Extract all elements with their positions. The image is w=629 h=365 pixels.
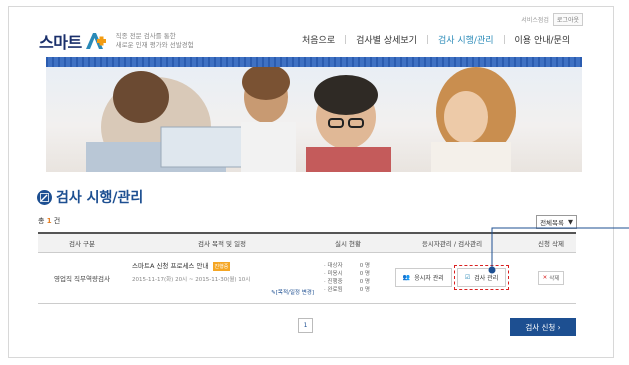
hero-banner-image: [46, 57, 582, 172]
logo-description: 직종 전문 검사를 통한 새로운 인재 평가와 선발경험: [115, 32, 194, 49]
callout-pointer: [488, 227, 629, 274]
total-count: 총 1 건: [38, 217, 61, 225]
status-cell: · 대상자 0 명 · 미응시 0 명 · 진행중 0 명 · 완료됨 0 명: [318, 252, 378, 304]
edit-icon: [37, 189, 52, 205]
nav-home[interactable]: 처음으로: [292, 33, 345, 46]
apply-exam-button[interactable]: 검사 신청 ›: [510, 318, 576, 336]
nav-exam-details[interactable]: 검사별 상세보기: [346, 33, 427, 46]
banner-people-illustration: [86, 64, 516, 172]
column-header: 실시 현황: [318, 232, 378, 253]
applicant-manage-button[interactable]: 👥 응시자 관리: [394, 268, 452, 287]
main-navigation: 처음으로 검사별 상세보기 검사 시행/관리 이용 안내/문의: [292, 33, 580, 46]
status-item: · 미응시 0 명: [324, 270, 370, 277]
column-header: 검사 목적 및 일정: [126, 232, 318, 253]
utility-links: 서비스점검 로그아웃: [521, 13, 583, 26]
nav-help[interactable]: 이용 안내/문의: [505, 33, 581, 46]
chevron-down-icon: ▼: [568, 218, 573, 226]
exam-category: 영업직 직무역량검사: [38, 252, 126, 304]
users-icon: 👥: [402, 274, 411, 281]
logo-text: 스마트: [39, 33, 82, 52]
pagination-page-1[interactable]: 1: [298, 318, 313, 333]
exam-info-cell: 스마트A 신청 프로세스 안내 진행중 2015-11-17(화) 20시 ~ …: [126, 252, 318, 304]
column-header: 검사 구분: [38, 232, 126, 253]
exam-name[interactable]: 스마트A 신청 프로세스 안내 진행중: [132, 260, 318, 271]
status-badge: 진행중: [212, 261, 231, 271]
status-item: · 완료됨 0 명: [324, 286, 370, 293]
status-item: · 대상자 0 명: [324, 262, 370, 269]
banner-stripe: [46, 57, 582, 67]
edit-schedule-link[interactable]: ✎[목적/일정 변경]: [132, 288, 318, 296]
logout-button[interactable]: 로그아웃: [552, 13, 583, 26]
site-logo[interactable]: 스마트 직종 전문 검사를 통한 새로운 인재 평가와 선발경험: [39, 29, 226, 53]
close-icon: ✕: [542, 274, 548, 281]
sitemap-link[interactable]: 서비스점검: [521, 15, 549, 24]
exam-period: 2015-11-17(화) 20시 ~ 2015-11-30(월) 10시: [132, 276, 251, 283]
nav-exam-management[interactable]: 검사 시행/관리: [428, 33, 504, 46]
page-title: 검사 시행/관리: [37, 187, 143, 207]
edit-icon: ☑: [464, 274, 471, 281]
status-item: · 진행중 0 명: [324, 278, 370, 285]
logo-a-icon: [85, 33, 106, 49]
page-title-text: 검사 시행/관리: [56, 190, 144, 206]
